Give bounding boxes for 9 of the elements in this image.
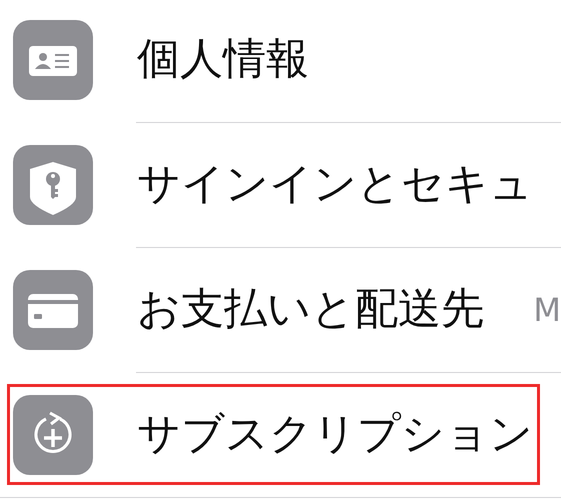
menu-item-label[interactable]: サブスクリプション bbox=[137, 409, 533, 461]
shield-key-icon bbox=[13, 145, 93, 225]
menu-item-label[interactable]: お支払いと配送先 bbox=[137, 284, 484, 336]
menu-item-label[interactable]: サインインとセキュ bbox=[137, 159, 533, 211]
subscription-icon bbox=[13, 395, 93, 475]
credit-card-icon bbox=[13, 270, 93, 350]
menu-item-label[interactable]: 個人情報 bbox=[137, 34, 309, 86]
contact-card-icon bbox=[13, 20, 93, 100]
detail-text: M bbox=[532, 291, 561, 329]
